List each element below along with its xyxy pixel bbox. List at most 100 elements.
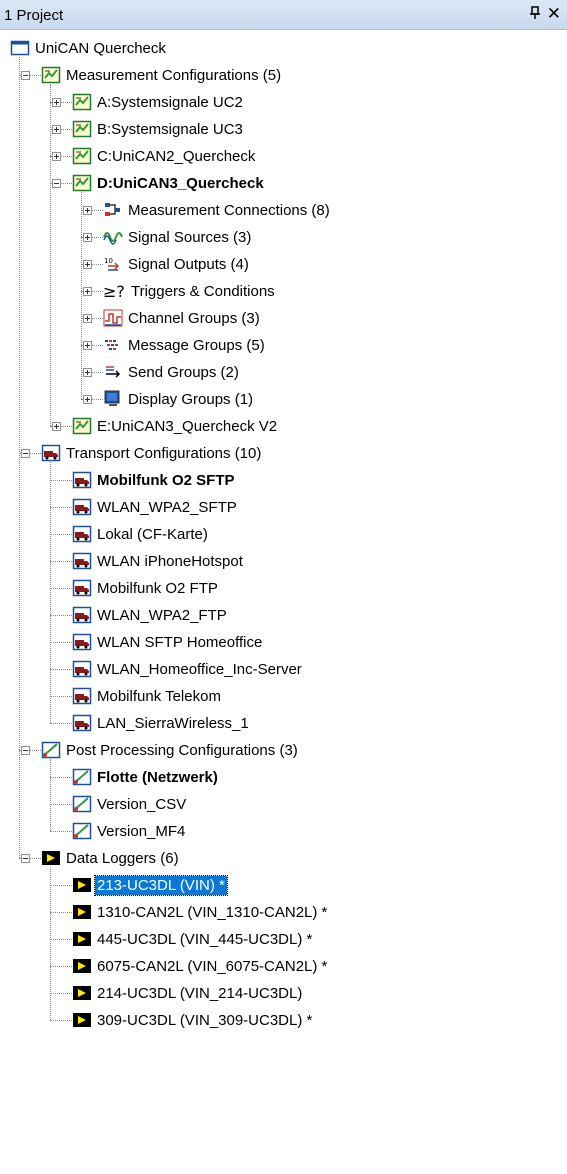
- tree-item-post-processing-configurations-3[interactable]: Post Processing Configurations (3): [0, 737, 567, 764]
- tree-connector: [50, 993, 72, 994]
- tree-connector: [50, 804, 72, 805]
- expand-plus-icon[interactable]: [52, 98, 61, 107]
- tree-item-label: 213-UC3DL (VIN) *: [94, 875, 228, 896]
- tree-item-c-unican2-quercheck[interactable]: C:UniCAN2_Quercheck: [0, 143, 567, 170]
- tree-item-mobilfunk-telekom[interactable]: Mobilfunk Telekom: [0, 683, 567, 710]
- tree-item-display-groups-1[interactable]: Display Groups (1): [0, 386, 567, 413]
- project-panel: 1 Project ✕ UniCAN Quercheck Measurement …: [0, 0, 567, 1174]
- expand-plus-icon[interactable]: [52, 152, 61, 161]
- transport-truck-icon: [72, 606, 92, 624]
- tree-item-a-systemsignale-uc2[interactable]: A:Systemsignale UC2: [0, 89, 567, 116]
- data-logger-icon: [72, 903, 92, 921]
- expand-plus-icon[interactable]: [83, 341, 92, 350]
- tree-item-label: 6075-CAN2L (VIN_6075-CAN2L) *: [97, 958, 328, 975]
- tree-item-version-mf4[interactable]: Version_MF4: [0, 818, 567, 845]
- pin-icon[interactable]: [529, 6, 541, 23]
- measurement-config-icon: [72, 147, 92, 165]
- tree-item-e-unican3-quercheck-v2[interactable]: E:UniCAN3_Quercheck V2: [0, 413, 567, 440]
- tree-item-label: WLAN_Homeoffice_Inc-Server: [97, 661, 302, 678]
- tree-item-data-loggers-6[interactable]: Data Loggers (6): [0, 845, 567, 872]
- tree-connector: [50, 534, 72, 535]
- tree-item-label: Version_MF4: [97, 823, 186, 840]
- tree-item-version-csv[interactable]: Version_CSV: [0, 791, 567, 818]
- collapse-minus-icon[interactable]: [21, 854, 30, 863]
- tree-item-label: Version_CSV: [97, 796, 187, 813]
- tree-item-mobilfunk-o2-ftp[interactable]: Mobilfunk O2 FTP: [0, 575, 567, 602]
- signal-wave-icon: [103, 228, 123, 246]
- measurement-config-icon: [72, 417, 92, 435]
- tree-item-214-uc3dl-vin-214-uc3dl[interactable]: 214-UC3DL (VIN_214-UC3DL): [0, 980, 567, 1007]
- post-processing-icon: [72, 822, 92, 840]
- tree-item-signal-sources-3[interactable]: Signal Sources (3): [0, 224, 567, 251]
- tree-item-label: UniCAN Quercheck: [35, 40, 166, 57]
- tree-item-wlan-iphonehotspot[interactable]: WLAN iPhoneHotspot: [0, 548, 567, 575]
- transport-truck-icon: [72, 471, 92, 489]
- trigger-icon: ≥?: [103, 282, 125, 301]
- expand-plus-icon[interactable]: [83, 287, 92, 296]
- collapse-minus-icon[interactable]: [21, 71, 30, 80]
- project-tree: UniCAN Quercheck Measurement Configuratio…: [0, 30, 567, 1174]
- expand-plus-icon[interactable]: [83, 260, 92, 269]
- tree-item-label: Mobilfunk Telekom: [97, 688, 221, 705]
- channel-groups-icon: [103, 309, 123, 327]
- collapse-minus-icon[interactable]: [52, 179, 61, 188]
- expand-plus-icon[interactable]: [52, 125, 61, 134]
- svg-text:10: 10: [104, 257, 113, 265]
- expand-plus-icon[interactable]: [52, 422, 61, 431]
- tree-item-label: Measurement Connections (8): [128, 202, 330, 219]
- tree-item-message-groups-5[interactable]: Message Groups (5): [0, 332, 567, 359]
- tree-item-measurement-connections-8[interactable]: Measurement Connections (8): [0, 197, 567, 224]
- measurement-config-icon: [41, 66, 61, 84]
- tree-item-send-groups-2[interactable]: Send Groups (2): [0, 359, 567, 386]
- tree-item-unican-quercheck[interactable]: UniCAN Quercheck: [0, 35, 567, 62]
- tree-item-213-uc3dl-vin[interactable]: 213-UC3DL (VIN) *: [0, 872, 567, 899]
- svg-text:≥?: ≥?: [103, 282, 125, 300]
- tree-item-triggers-conditions[interactable]: ≥? Triggers & Conditions: [0, 278, 567, 305]
- connections-icon: [103, 201, 123, 219]
- tree-item-label: Channel Groups (3): [128, 310, 260, 327]
- tree-item-mobilfunk-o2-sftp[interactable]: Mobilfunk O2 SFTP: [0, 467, 567, 494]
- close-icon[interactable]: ✕: [547, 4, 561, 24]
- tree-item-wlan-sftp-homeoffice[interactable]: WLAN SFTP Homeoffice: [0, 629, 567, 656]
- tree-item-channel-groups-3[interactable]: Channel Groups (3): [0, 305, 567, 332]
- post-processing-icon: [41, 741, 61, 759]
- tree-item-wlan-homeoffice-inc-server[interactable]: WLAN_Homeoffice_Inc-Server: [0, 656, 567, 683]
- tree-item-transport-configurations-10[interactable]: Transport Configurations (10): [0, 440, 567, 467]
- tree-connector: [50, 777, 72, 778]
- tree-item-1310-can2l-vin-1310-can2l[interactable]: 1310-CAN2L (VIN_1310-CAN2L) *: [0, 899, 567, 926]
- collapse-minus-icon[interactable]: [21, 449, 30, 458]
- tree-connector: [50, 885, 72, 886]
- signal-output-icon: 10: [103, 255, 123, 273]
- tree-item-lokal-cf-karte[interactable]: Lokal (CF-Karte): [0, 521, 567, 548]
- tree-item-6075-can2l-vin-6075-can2l[interactable]: 6075-CAN2L (VIN_6075-CAN2L) *: [0, 953, 567, 980]
- expand-plus-icon[interactable]: [83, 395, 92, 404]
- expand-plus-icon[interactable]: [83, 233, 92, 242]
- tree-item-d-unican3-quercheck[interactable]: D:UniCAN3_Quercheck: [0, 170, 567, 197]
- display-monitor-icon: [103, 390, 123, 408]
- project-window-icon: [10, 39, 30, 57]
- tree-item-label: Mobilfunk O2 SFTP: [97, 472, 235, 489]
- tree-item-signal-outputs-4[interactable]: 10 Signal Outputs (4): [0, 251, 567, 278]
- collapse-minus-icon[interactable]: [21, 746, 30, 755]
- tree-item-flotte-netzwerk[interactable]: Flotte (Netzwerk): [0, 764, 567, 791]
- tree-item-445-uc3dl-vin-445-uc3dl[interactable]: 445-UC3DL (VIN_445-UC3DL) *: [0, 926, 567, 953]
- tree-item-wlan-wpa2-ftp[interactable]: WLAN_WPA2_FTP: [0, 602, 567, 629]
- measurement-config-icon: [72, 120, 92, 138]
- tree-item-label: WLAN SFTP Homeoffice: [97, 634, 263, 651]
- tree-item-wlan-wpa2-sftp[interactable]: WLAN_WPA2_SFTP: [0, 494, 567, 521]
- tree-connector: [50, 831, 72, 832]
- tree-item-measurement-configurations-5[interactable]: Measurement Configurations (5): [0, 62, 567, 89]
- panel-title: 1 Project: [4, 7, 64, 24]
- tree-item-label: 1310-CAN2L (VIN_1310-CAN2L) *: [97, 904, 328, 921]
- transport-truck-icon: [72, 633, 92, 651]
- tree-item-label: WLAN_WPA2_FTP: [97, 607, 227, 624]
- expand-plus-icon[interactable]: [83, 368, 92, 377]
- tree-item-309-uc3dl-vin-309-uc3dl[interactable]: 309-UC3DL (VIN_309-UC3DL) *: [0, 1007, 567, 1034]
- tree-item-lan-sierrawireless-1[interactable]: LAN_SierraWireless_1: [0, 710, 567, 737]
- tree-item-label: 309-UC3DL (VIN_309-UC3DL) *: [97, 1012, 313, 1029]
- tree-item-label: Mobilfunk O2 FTP: [97, 580, 218, 597]
- expand-plus-icon[interactable]: [83, 206, 92, 215]
- expand-plus-icon[interactable]: [83, 314, 92, 323]
- tree-item-b-systemsignale-uc3[interactable]: B:Systemsignale UC3: [0, 116, 567, 143]
- tree-item-label: Send Groups (2): [128, 364, 239, 381]
